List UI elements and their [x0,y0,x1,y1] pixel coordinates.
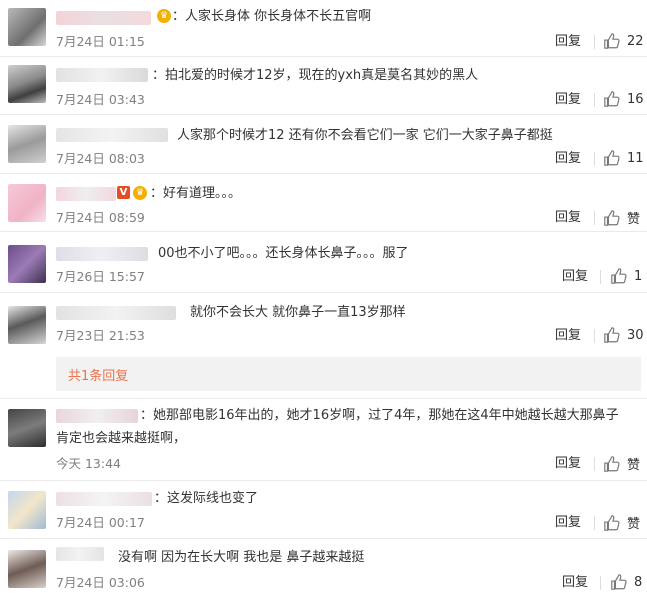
comment-text: ：她那部电影16年出的，她才16岁啊，过了4年，那她在这4年中她越长越大那鼻子 [140,408,619,423]
comment-time: 7月24日 08:59 [56,210,145,225]
comment-item: ：拍北爱的时候才12岁，现在的yxh真是莫名其妙的黑人 7月24日 03:43 … [0,57,647,115]
like-button[interactable]: 赞 [603,208,640,227]
username-blurred[interactable] [56,547,104,561]
comment-text: 就你不会长大 就你鼻子一直13岁那样 [190,305,406,320]
reply-button[interactable]: 回复 [555,328,581,344]
like-button[interactable]: 16 [603,90,644,108]
avatar[interactable] [8,306,46,344]
comment-item: 00也不小了吧。。。还长身体长鼻子。。。服了 7月26日 15:57 回复 1 [0,232,647,293]
divider [594,329,595,343]
username-blurred[interactable] [56,306,176,320]
comment-time: 7月26日 15:57 [56,269,145,284]
reply-button[interactable]: 回复 [555,151,581,167]
like-count: 赞 [627,458,641,473]
comment-item: ♛ ：人家长身体 你长身体不长五官啊 7月24日 01:15 回复 22 [0,0,647,57]
reply-button[interactable]: 回复 [555,515,581,531]
comment-time: 今天 13:44 [56,456,121,471]
comment-item: V ♛ ：好有道理。。。 7月24日 08:59 回复 赞 [0,174,647,232]
avatar[interactable] [8,409,46,447]
comment-text: 没有啊 因为在长大啊 我也是 鼻子越来越挺 [118,550,365,565]
more-replies-bar[interactable]: 共1条回复 [56,357,641,391]
reply-button[interactable]: 回复 [562,575,588,591]
username-blurred[interactable] [56,187,116,201]
avatar[interactable] [8,8,46,46]
verified-badge-icon: V [117,186,130,199]
avatar[interactable] [8,65,46,103]
comment-time: 7月24日 01:15 [56,34,145,49]
reply-button[interactable]: 回复 [555,34,581,50]
comment-text: ：好有道理。。。 [150,186,242,201]
username-blurred[interactable] [56,128,168,142]
comment-time: 7月24日 03:43 [56,92,145,107]
comment-text: ：人家长身体 你长身体不长五官啊 [172,9,372,24]
comment-time: 7月24日 00:17 [56,515,145,530]
avatar[interactable] [8,245,46,283]
reply-button[interactable]: 回复 [555,210,581,226]
avatar[interactable] [8,184,46,222]
reply-button[interactable]: 回复 [555,456,581,472]
vip-crown-icon: ♛ [131,186,147,200]
thumbs-up-icon [604,91,620,107]
comment-item: ：她那部电影16年出的，她才16岁啊，过了4年，那她在这4年中她越长越大那鼻子 … [0,399,647,481]
thumbs-up-icon [604,514,620,531]
like-button[interactable]: 22 [603,32,644,50]
divider [594,211,595,225]
username-blurred[interactable] [56,11,151,25]
comment-time: 7月23日 21:53 [56,328,145,343]
username-blurred[interactable] [56,68,148,82]
thumbs-up-icon [604,209,620,226]
comment-item: 人家那个时候才12 还有你不会看它们一家 它们一大家子鼻子都挺 7月24日 08… [0,115,647,174]
comment-text: ：这发际线也变了 [154,491,259,506]
like-button[interactable]: 30 [603,326,644,344]
like-button[interactable]: 赞 [603,454,640,473]
like-count: 赞 [627,517,641,532]
vip-crown-icon: ♛ [155,9,171,23]
comment-time: 7月24日 03:06 [56,575,145,590]
like-button[interactable]: 1 [610,267,642,285]
like-count: 8 [634,574,643,590]
reply-button[interactable]: 回复 [562,269,588,285]
comment-time: 7月24日 08:03 [56,151,145,166]
thumbs-up-icon [604,150,620,166]
thumbs-up-icon [604,327,620,343]
comment-text: 人家那个时候才12 还有你不会看它们一家 它们一大家子鼻子都挺 [177,128,553,143]
comment-text: 00也不小了吧。。。还长身体长鼻子。。。服了 [158,246,409,261]
comment-item: 没有啊 因为在长大啊 我也是 鼻子越来越挺 7月24日 03:06 回复 8 [0,539,647,593]
like-count: 1 [634,268,643,284]
thumbs-up-icon [611,268,627,284]
like-count: 30 [627,327,644,343]
like-count: 赞 [627,212,641,227]
divider [594,152,595,166]
like-button[interactable]: 赞 [603,513,640,532]
reply-button[interactable]: 回复 [555,92,581,108]
comment-item: ：这发际线也变了 7月24日 00:17 回复 赞 [0,481,647,539]
divider [600,576,601,590]
comment-text-continued: 肯定也会越来越挺啊， [56,431,187,446]
more-replies-link[interactable]: 共1条回复 [68,365,128,384]
avatar[interactable] [8,491,46,529]
like-count: 22 [627,33,644,49]
thumbs-up-icon [604,455,620,472]
like-count: 16 [627,91,644,107]
avatar[interactable] [8,125,46,163]
like-button[interactable]: 11 [603,149,644,167]
thumbs-up-icon [611,574,627,590]
like-button[interactable]: 8 [610,573,642,591]
avatar[interactable] [8,550,46,588]
username-blurred[interactable] [56,409,138,423]
divider [600,270,601,284]
thumbs-up-icon [604,33,620,49]
username-blurred[interactable] [56,247,148,261]
divider [594,35,595,49]
divider [594,457,595,471]
username-blurred[interactable] [56,492,152,506]
comment-text: ：拍北爱的时候才12岁，现在的yxh真是莫名其妙的黑人 [152,68,479,83]
divider [594,93,595,107]
like-count: 11 [627,150,644,166]
divider [594,516,595,530]
